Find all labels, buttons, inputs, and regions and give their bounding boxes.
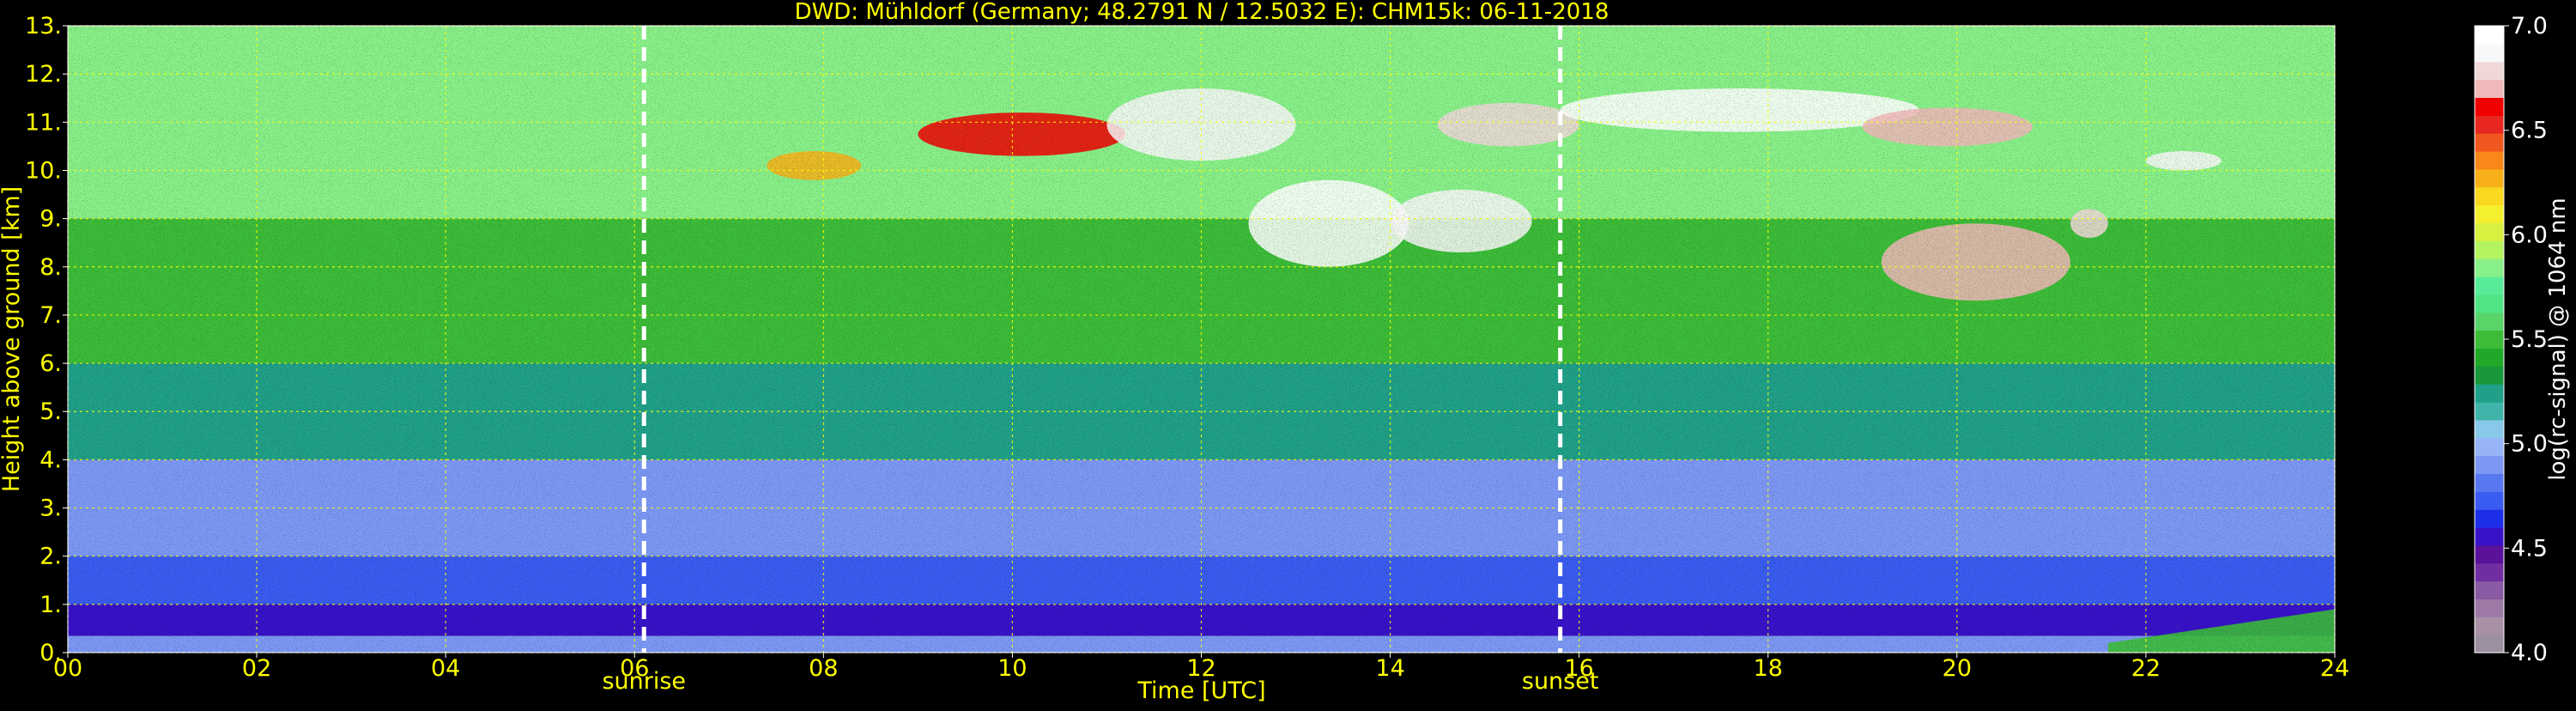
colorbar-segment-15 bbox=[2475, 366, 2504, 385]
x-tick-label-12: 24 bbox=[2320, 655, 2349, 682]
y-tick-label-4: 4. bbox=[39, 447, 62, 473]
backscatter-chart: sunrise sunset 00 02 04 06 08 10 12 14 16 18 20 22 24… bbox=[0, 0, 2576, 708]
y-tick-label-6: 6. bbox=[39, 350, 62, 377]
colorbar-segment-16 bbox=[2475, 348, 2504, 367]
colorbar-segment-26 bbox=[2475, 168, 2504, 188]
colorbar-tick-label-3: 5.5 bbox=[2511, 326, 2548, 353]
y-tick-label-11: 11. bbox=[25, 109, 62, 136]
x-axis-label: Time [UTC] bbox=[1136, 678, 1265, 704]
chart-title: DWD: Mühldorf (Germany; 48.2791 N / 12.5… bbox=[795, 0, 1609, 25]
colorbar-segment-6 bbox=[2475, 527, 2504, 546]
x-tick-label-2: 04 bbox=[431, 655, 460, 682]
y-tick-label-5: 5. bbox=[39, 398, 62, 425]
colorbar-segment-32 bbox=[2475, 61, 2504, 81]
colorbar-segment-33 bbox=[2475, 43, 2504, 63]
colorbar-tick-label-4: 6.0 bbox=[2511, 222, 2548, 248]
x-tick-label-7: 14 bbox=[1375, 655, 1404, 682]
colorbar-segment-17 bbox=[2475, 330, 2504, 349]
y-tick-label-10: 10. bbox=[25, 157, 62, 184]
colorbar-segment-28 bbox=[2475, 133, 2504, 152]
y-tick-label-3: 3. bbox=[39, 495, 62, 522]
colorbar-segment-30 bbox=[2475, 97, 2504, 116]
colorbar-segment-0 bbox=[2475, 635, 2504, 653]
x-tick-label-5: 10 bbox=[997, 655, 1027, 682]
y-tick-label-9: 9. bbox=[39, 206, 62, 233]
colorbar-segment-3 bbox=[2475, 580, 2504, 600]
y-tick-label-7: 7. bbox=[39, 302, 62, 329]
colorbar-segment-5 bbox=[2475, 544, 2504, 564]
colorbar-segment-34 bbox=[2475, 26, 2504, 45]
colorbar-tick-label-0: 4.0 bbox=[2511, 640, 2548, 666]
colorbar-segment-12 bbox=[2475, 419, 2504, 439]
y-tick-label-0: 0. bbox=[39, 640, 62, 666]
colorbar-segment-21 bbox=[2475, 258, 2504, 277]
colorbar-segment-14 bbox=[2475, 384, 2504, 403]
colorbar-tick-label-2: 5.0 bbox=[2511, 431, 2548, 458]
y-tick-label-1: 1. bbox=[39, 592, 62, 618]
colorbar-segment-4 bbox=[2475, 562, 2504, 582]
colorbar-segment-11 bbox=[2475, 437, 2504, 457]
colorbar-segment-19 bbox=[2475, 294, 2504, 313]
x-tick-label-8: 16 bbox=[1564, 655, 1593, 682]
colorbar-tick-label-5: 6.5 bbox=[2511, 118, 2548, 144]
colorbar-segment-2 bbox=[2475, 599, 2504, 617]
colorbar-segment-8 bbox=[2475, 491, 2504, 510]
colorbar-label: log(rc-signal) @ 1064 nm bbox=[2545, 198, 2571, 480]
colorbar-tick-label-1: 4.5 bbox=[2511, 535, 2548, 562]
colorbar-segment-25 bbox=[2475, 186, 2504, 206]
colorbar-segment-13 bbox=[2475, 402, 2504, 421]
colorbar-segment-29 bbox=[2475, 115, 2504, 134]
x-tick-label-9: 18 bbox=[1754, 655, 1783, 682]
colorbar-segment-24 bbox=[2475, 204, 2504, 224]
y-axis-label: Height above ground [km] bbox=[0, 186, 25, 492]
colorbar-segment-22 bbox=[2475, 240, 2504, 259]
colorbar-segment-31 bbox=[2475, 79, 2504, 99]
colorbar-segment-7 bbox=[2475, 509, 2504, 528]
colorbar-segment-18 bbox=[2475, 312, 2504, 331]
colorbar-segment-9 bbox=[2475, 473, 2504, 492]
colorbar-segment-20 bbox=[2475, 276, 2504, 295]
y-tick-label-12: 12. bbox=[25, 61, 62, 88]
colorbar-segment-10 bbox=[2475, 455, 2504, 475]
colorbar-tick-label-6: 7.0 bbox=[2511, 13, 2548, 40]
x-tick-label-4: 08 bbox=[809, 655, 838, 682]
colorbar-segment-1 bbox=[2475, 617, 2504, 635]
colorbar-segment-23 bbox=[2475, 222, 2504, 241]
y-tick-label-13: 13. bbox=[25, 13, 62, 40]
x-tick-label-11: 22 bbox=[2131, 655, 2161, 682]
colorbar-segment-27 bbox=[2475, 151, 2504, 170]
y-tick-label-2: 2. bbox=[39, 544, 62, 570]
x-tick-label-1: 02 bbox=[242, 655, 271, 682]
x-tick-label-10: 20 bbox=[1943, 655, 1972, 682]
y-tick-label-8: 8. bbox=[39, 254, 62, 281]
ceilometer-figure: sunrise sunset 00 02 04 06 08 10 12 14 16 18 20 22 24… bbox=[0, 0, 2576, 708]
x-tick-label-3: 06 bbox=[620, 655, 649, 682]
